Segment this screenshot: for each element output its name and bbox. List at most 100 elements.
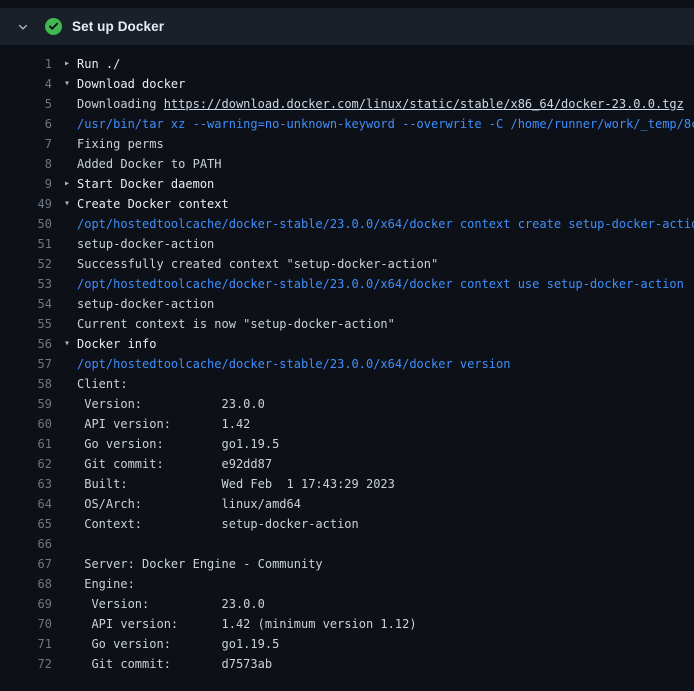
log-line: 60 API version: 1.42 bbox=[0, 414, 694, 434]
marker-spacer bbox=[64, 634, 77, 654]
line-number[interactable]: 71 bbox=[0, 634, 52, 654]
line-number[interactable]: 65 bbox=[0, 514, 52, 534]
triangle-down-icon[interactable]: ▾ bbox=[64, 74, 77, 94]
line-number[interactable]: 72 bbox=[0, 654, 52, 674]
log-text: Run ./ bbox=[77, 54, 120, 74]
line-number[interactable]: 51 bbox=[0, 234, 52, 254]
log-text: Version: 23.0.0 bbox=[77, 394, 265, 414]
log-segment: /usr/bin/tar xz --warning=no-unknown-key… bbox=[77, 117, 694, 131]
log-segment: Docker info bbox=[77, 337, 156, 351]
log-segment: Built: Wed Feb 1 17:43:29 2023 bbox=[77, 477, 395, 491]
line-number[interactable]: 1 bbox=[0, 54, 52, 74]
line-number[interactable]: 8 bbox=[0, 154, 52, 174]
log-line: 70 API version: 1.42 (minimum version 1.… bbox=[0, 614, 694, 634]
log-segment: /opt/hostedtoolcache/docker-stable/23.0.… bbox=[77, 217, 694, 231]
marker-spacer bbox=[64, 154, 77, 174]
log-line: 56 ▾Docker info bbox=[0, 334, 694, 354]
log-segment: setup-docker-action bbox=[77, 297, 214, 311]
log-text: API version: 1.42 (minimum version 1.12) bbox=[77, 614, 417, 634]
log-link[interactable]: https://download.docker.com/linux/static… bbox=[164, 97, 684, 111]
log-segment: Download docker bbox=[77, 77, 185, 91]
line-number[interactable]: 9 bbox=[0, 174, 52, 194]
log-text: /opt/hostedtoolcache/docker-stable/23.0.… bbox=[77, 274, 684, 294]
log-segment: Added Docker to PATH bbox=[77, 157, 222, 171]
log-segment: API version: 1.42 (minimum version 1.12) bbox=[77, 617, 417, 631]
log-segment: Create Docker context bbox=[77, 197, 229, 211]
line-number[interactable]: 60 bbox=[0, 414, 52, 434]
log-line: 9 ▸Start Docker daemon bbox=[0, 174, 694, 194]
log-line: 65 Context: setup-docker-action bbox=[0, 514, 694, 534]
marker-spacer bbox=[64, 394, 77, 414]
line-number[interactable]: 67 bbox=[0, 554, 52, 574]
line-number[interactable]: 54 bbox=[0, 294, 52, 314]
log-segment: Version: 23.0.0 bbox=[77, 397, 265, 411]
log-segment: setup-docker-action bbox=[77, 237, 214, 251]
line-number[interactable]: 61 bbox=[0, 434, 52, 454]
marker-spacer bbox=[64, 234, 77, 254]
log-text: setup-docker-action bbox=[77, 234, 214, 254]
marker-spacer bbox=[64, 574, 77, 594]
marker-spacer bbox=[64, 254, 77, 274]
line-number[interactable]: 56 bbox=[0, 334, 52, 354]
log-text: Current context is now "setup-docker-act… bbox=[77, 314, 395, 334]
line-number[interactable]: 53 bbox=[0, 274, 52, 294]
log-line: 71 Go version: go1.19.5 bbox=[0, 634, 694, 654]
line-number[interactable]: 4 bbox=[0, 74, 52, 94]
marker-spacer bbox=[64, 114, 77, 134]
triangle-right-icon[interactable]: ▸ bbox=[64, 54, 77, 74]
line-number[interactable]: 50 bbox=[0, 214, 52, 234]
log-segment: Git commit: e92dd87 bbox=[77, 457, 272, 471]
log-text: Go version: go1.19.5 bbox=[77, 634, 279, 654]
line-number[interactable]: 52 bbox=[0, 254, 52, 274]
log-line: 72 Git commit: d7573ab bbox=[0, 654, 694, 674]
line-number[interactable]: 66 bbox=[0, 534, 52, 554]
log-text: Start Docker daemon bbox=[77, 174, 214, 194]
line-number[interactable]: 69 bbox=[0, 594, 52, 614]
chevron-down-icon[interactable] bbox=[14, 18, 32, 36]
marker-spacer bbox=[64, 594, 77, 614]
line-number[interactable]: 68 bbox=[0, 574, 52, 594]
marker-spacer bbox=[64, 494, 77, 514]
line-number[interactable]: 49 bbox=[0, 194, 52, 214]
log-line: 1 ▸Run ./ bbox=[0, 54, 694, 74]
step-header[interactable]: Set up Docker bbox=[0, 8, 694, 45]
log-segment: Version: 23.0.0 bbox=[77, 597, 265, 611]
log-line: 59 Version: 23.0.0 bbox=[0, 394, 694, 414]
line-number[interactable]: 6 bbox=[0, 114, 52, 134]
marker-spacer bbox=[64, 454, 77, 474]
line-number[interactable]: 70 bbox=[0, 614, 52, 634]
line-number[interactable]: 63 bbox=[0, 474, 52, 494]
log-segment: Fixing perms bbox=[77, 137, 164, 151]
log-line: 67 Server: Docker Engine - Community bbox=[0, 554, 694, 574]
log-line: 5 Downloading https://download.docker.com… bbox=[0, 94, 694, 114]
log-text: OS/Arch: linux/amd64 bbox=[77, 494, 301, 514]
log-segment: Downloading bbox=[77, 97, 164, 111]
log-line: 66 bbox=[0, 534, 694, 554]
line-number[interactable]: 55 bbox=[0, 314, 52, 334]
log-line: 6/usr/bin/tar xz --warning=no-unknown-ke… bbox=[0, 114, 694, 134]
triangle-down-icon[interactable]: ▾ bbox=[64, 334, 77, 354]
log-segment: Run ./ bbox=[77, 57, 120, 71]
line-number[interactable]: 59 bbox=[0, 394, 52, 414]
log-line: 63 Built: Wed Feb 1 17:43:29 2023 bbox=[0, 474, 694, 494]
step-title: Set up Docker bbox=[72, 19, 164, 34]
line-number[interactable]: 58 bbox=[0, 374, 52, 394]
triangle-right-icon[interactable]: ▸ bbox=[64, 174, 77, 194]
log-line: 55 Current context is now "setup-docker-a… bbox=[0, 314, 694, 334]
log-line: 58Client: bbox=[0, 374, 694, 394]
line-number[interactable]: 64 bbox=[0, 494, 52, 514]
log-text: API version: 1.42 bbox=[77, 414, 250, 434]
line-number[interactable]: 62 bbox=[0, 454, 52, 474]
log-segment: Current context is now "setup-docker-act… bbox=[77, 317, 395, 331]
line-number[interactable]: 7 bbox=[0, 134, 52, 154]
triangle-down-icon[interactable]: ▾ bbox=[64, 194, 77, 214]
line-number[interactable]: 57 bbox=[0, 354, 52, 374]
line-number[interactable]: 5 bbox=[0, 94, 52, 114]
marker-spacer bbox=[64, 134, 77, 154]
marker-spacer bbox=[64, 434, 77, 454]
marker-spacer bbox=[64, 374, 77, 394]
log-segment: Start Docker daemon bbox=[77, 177, 214, 191]
marker-spacer bbox=[64, 314, 77, 334]
marker-spacer bbox=[64, 354, 77, 374]
log-text: /usr/bin/tar xz --warning=no-unknown-key… bbox=[77, 114, 694, 134]
